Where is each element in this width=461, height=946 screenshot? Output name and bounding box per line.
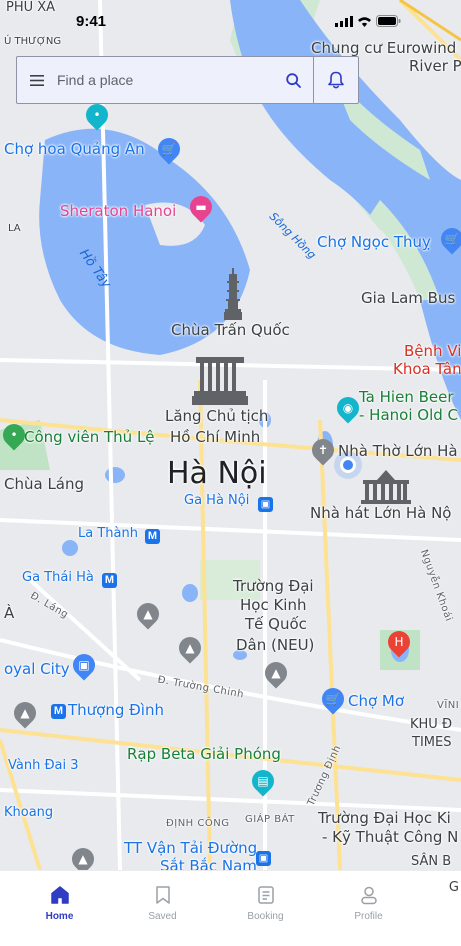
nav-item-home[interactable]: Home — [8, 871, 111, 946]
nav-item-saved[interactable]: Saved — [111, 871, 214, 946]
bottom-navigation: Home Saved Booking Profile G — [0, 870, 461, 946]
shopping-cart-icon[interactable]: 🛒 — [153, 133, 185, 165]
map-label-truong-dh-2[interactable]: - Kỹ Thuật Công N — [322, 828, 458, 846]
search-input[interactable] — [57, 57, 273, 103]
map-label-cho-ngoc-thuy[interactable]: Chợ Ngọc Thuỵ — [317, 233, 431, 251]
school-icon[interactable]: ▲ — [9, 697, 41, 729]
shopping-cart-icon[interactable]: 🛒 — [317, 683, 349, 715]
train-icon[interactable]: ▣ — [258, 497, 273, 512]
map-label-la-thanh[interactable]: La Thành — [78, 526, 138, 542]
map-label-dinh-cong: ĐỊNH CÔNG — [166, 818, 230, 829]
map-label-sheraton[interactable]: Sheraton Hanoi — [60, 202, 176, 220]
hotel-bed-icon[interactable]: ▬ — [185, 191, 217, 223]
map-label-g-edge: G — [448, 880, 459, 895]
receipt-icon — [257, 886, 274, 904]
map-label-khu-d: KHU Đ — [410, 717, 453, 732]
map-label-gia-lam: Gia Lam Bus — [361, 289, 456, 307]
map-label-cho-hoa[interactable]: Chợ hoa Quảng An — [4, 140, 145, 158]
metro-icon[interactable]: M — [102, 573, 117, 588]
church-icon[interactable]: ✝ — [307, 434, 339, 466]
nav-label-booking: Booking — [247, 911, 284, 922]
menu-button[interactable] — [17, 57, 57, 103]
map-label-cong-vien[interactable]: Công viên Thủ Lệ — [24, 428, 155, 446]
school-icon[interactable]: ▲ — [174, 632, 206, 664]
map-label-truong-dh-1[interactable]: Trường Đại Học Ki — [318, 809, 451, 827]
map-label-truong-dai-1[interactable]: Trường Đại — [233, 577, 314, 595]
map-label-cho-mo[interactable]: Chợ Mơ — [348, 692, 404, 710]
home-icon — [50, 886, 69, 904]
map-label-truong-dai-3[interactable]: Tế Quốc — [245, 615, 307, 633]
metro-icon[interactable]: M — [51, 704, 66, 719]
map-label-giap-bat: GIÁP BÁT — [245, 814, 295, 825]
camera-icon[interactable]: ◉ — [332, 392, 364, 424]
map-label-ga-ha-noi[interactable]: Ga Hà Nội — [184, 493, 249, 509]
search-bar — [16, 56, 359, 104]
wifi-icon — [358, 17, 371, 27]
school-icon[interactable]: ▲ — [132, 598, 164, 630]
search-button[interactable] — [273, 57, 313, 103]
status-time: 9:41 — [76, 13, 107, 30]
map-label-khoang: Khoang — [4, 805, 54, 820]
map-label-tt-van-tai-1[interactable]: TT Vận Tải Đường — [124, 839, 257, 857]
map-label-la: LA — [8, 223, 21, 234]
mausoleum-icon[interactable] — [192, 357, 248, 405]
map-label-a: À — [4, 604, 15, 622]
map-label-benh-vien[interactable]: Bệnh Vi — [404, 342, 461, 360]
map-label-lang-2[interactable]: Hồ Chí Minh — [170, 428, 260, 446]
map-label-vanh-dai: Vành Đai 3 — [8, 758, 79, 773]
marker-teal[interactable]: • — [81, 99, 113, 131]
nav-item-profile[interactable]: Profile — [317, 871, 420, 946]
map-label-nha-hat[interactable]: Nhà hát Lớn Hà Nộ — [310, 504, 451, 522]
notification-button[interactable] — [314, 57, 358, 103]
map-label-truong-dai-4[interactable]: Dân (NEU) — [236, 636, 314, 654]
status-bar: 9:41 — [0, 0, 461, 44]
map-label-chua-tran-quoc[interactable]: Chùa Trấn Quốc — [171, 321, 290, 339]
train-icon[interactable]: ▣ — [256, 851, 271, 866]
map-label-lang-1[interactable]: Lăng Chủ tịch — [165, 407, 268, 425]
bookmark-icon — [155, 886, 170, 904]
pagoda-icon[interactable] — [224, 268, 242, 320]
school-icon[interactable]: ▲ — [67, 843, 99, 870]
map-label-san-b: SÂN B — [411, 854, 452, 869]
nav-label-home: Home — [45, 911, 74, 922]
map-label-khoa-tan[interactable]: Khoa Tân — [393, 360, 461, 378]
status-icons — [335, 15, 401, 27]
menu-icon — [30, 74, 44, 86]
hospital-icon[interactable]: H — [383, 626, 415, 658]
opera-house-icon[interactable] — [361, 470, 411, 504]
movie-icon[interactable]: ▤ — [247, 765, 279, 797]
map-label-truong-dai-2[interactable]: Học Kinh — [240, 596, 307, 614]
map-label-vinh: VĨNI — [437, 700, 460, 711]
search-icon — [285, 72, 301, 88]
map-label-tt-van-tai-2[interactable]: Sắt Bắc Nam — [160, 857, 257, 870]
map-view[interactable]: PHÚ XÁ Ú THƯỢNG Chung cư Eurowind River … — [0, 0, 461, 870]
map-label-ta-hien-2[interactable]: - Hanoi Old C — [359, 406, 458, 424]
map-label-river-p: River P — [409, 57, 461, 75]
map-label-royal-city[interactable]: oyal City — [4, 660, 70, 678]
shopping-bag-icon[interactable]: ▣ — [68, 649, 100, 681]
person-icon — [360, 886, 377, 905]
map-label-rap-beta[interactable]: Rạp Beta Giải Phóng — [127, 745, 281, 763]
map-label-thuong-dinh[interactable]: Thượng Đình — [68, 701, 164, 719]
signal-icon — [335, 16, 353, 27]
map-label-ha-noi: Hà Nội — [167, 456, 267, 491]
nav-item-booking[interactable]: Booking — [214, 871, 317, 946]
map-label-ta-hien-1[interactable]: Ta Hien Beer — [359, 388, 454, 406]
map-label-chua-lang[interactable]: Chùa Láng — [4, 475, 84, 493]
metro-icon[interactable]: M — [145, 529, 160, 544]
map-label-times: TIMES — [412, 735, 452, 750]
nav-label-profile: Profile — [354, 911, 383, 922]
map-label-nha-tho[interactable]: Nhà Thờ Lớn Hà — [338, 442, 458, 460]
battery-icon — [376, 15, 401, 27]
bell-icon — [328, 71, 344, 89]
school-icon[interactable]: ▲ — [260, 657, 292, 689]
map-label-ga-thai-ha[interactable]: Ga Thái Hà — [22, 570, 94, 586]
nav-label-saved: Saved — [148, 911, 177, 922]
shopping-cart-icon[interactable]: 🛒 — [436, 223, 461, 255]
current-location-icon — [340, 457, 356, 473]
